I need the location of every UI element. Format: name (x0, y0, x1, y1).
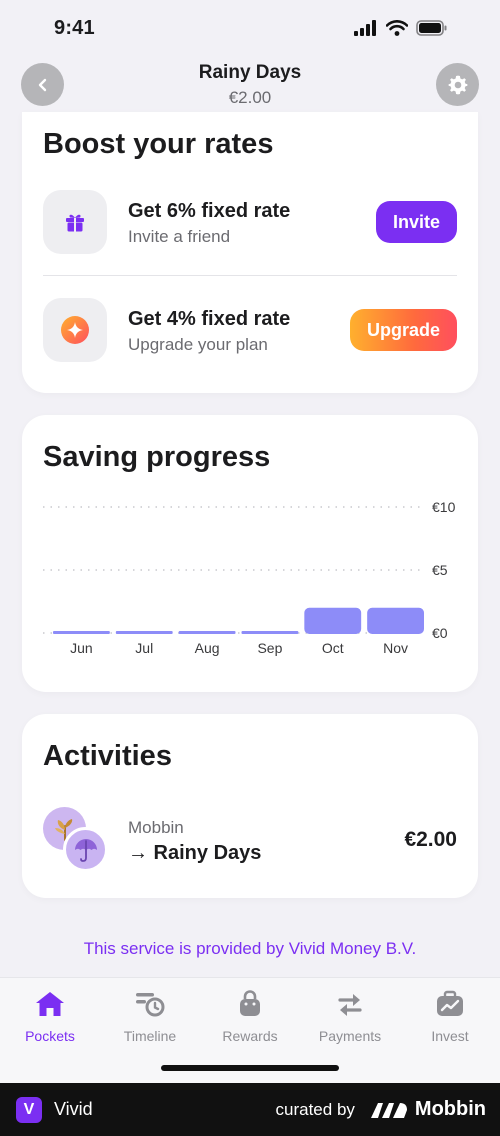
gear-icon (448, 75, 467, 94)
saving-progress-card: Saving progress €10 €5 €0 Jun Jul Aug Sep Oct No… (22, 415, 478, 692)
status-bar: 9:41 (0, 0, 500, 56)
pocket-balance: €2.00 (228, 88, 272, 107)
tab-timeline-label: Timeline (123, 1028, 177, 1044)
chart-bar-nov (367, 607, 424, 634)
transfer-icon (338, 994, 362, 1016)
nav-header: Rainy Days €2.00 (0, 56, 500, 112)
mobbin-logo-icon (370, 1102, 407, 1118)
chart-y-tick-label: €5 (432, 562, 448, 578)
chart-bar-sep (241, 631, 299, 634)
tab-invest-label: Invest (431, 1028, 469, 1044)
chart-x-tick-label: Sep (257, 640, 282, 656)
cellular-signal-icon (354, 20, 376, 36)
boost-rates-card: Boost your rates Get 6% fixed rate Invit… (22, 112, 478, 393)
chart-bar-jul (115, 631, 173, 634)
chart-y-tick-label: €10 (432, 499, 456, 515)
umbrella-icon (74, 838, 97, 862)
chart-bar-aug (178, 631, 236, 634)
chart-x-tick-label: Nov (383, 640, 408, 656)
saving-progress-chart: €10 €5 €0 Jun Jul Aug Sep Oct Nov (43, 499, 456, 656)
provider-note-link[interactable]: This service is provided by Vivid Money … (0, 939, 500, 959)
tab-invest[interactable]: Invest (400, 988, 500, 1048)
bag-icon (240, 990, 260, 1016)
tab-pockets[interactable]: Pockets (0, 988, 100, 1048)
invite-button[interactable]: Invite (376, 201, 457, 243)
chart-x-tick-label: Jun (70, 640, 93, 656)
chart-bar-jun (53, 631, 110, 634)
gift-icon (66, 214, 84, 232)
chart-y-tick-label: €0 (432, 625, 448, 641)
upgrade-offer-icon-tile (43, 298, 107, 362)
mobbin-brand-name: Mobbin (414, 1098, 486, 1120)
tab-rewards-label: Rewards (222, 1028, 278, 1044)
home-icon (36, 992, 64, 1016)
tab-timeline[interactable]: Timeline (100, 988, 200, 1048)
footer-brand-name: Vivid (54, 1099, 93, 1119)
status-time: 9:41 (54, 16, 95, 39)
chart-bar-oct (304, 607, 362, 634)
sparkle-icon (61, 316, 89, 344)
chart-x-tick-label: Jul (135, 640, 153, 656)
chart-x-tick-label: Oct (322, 640, 344, 656)
wifi-icon (386, 20, 408, 36)
curated-by-label: curated by (275, 1099, 355, 1119)
briefcase-chart-icon (437, 990, 463, 1016)
status-icons (354, 20, 448, 36)
tab-payments-label: Payments (318, 1028, 382, 1044)
upgrade-offer-subtitle: Upgrade your plan (128, 335, 268, 354)
upgrade-button[interactable]: Upgrade (350, 309, 457, 351)
upgrade-offer-title: Get 4% fixed rate (128, 308, 291, 330)
vivid-logo: V (16, 1096, 42, 1123)
offer-divider (43, 275, 457, 276)
activity-destination: → Rainy Days (128, 842, 262, 864)
activity-source: Mobbin (128, 818, 184, 837)
activities-title: Activities (43, 740, 172, 772)
tab-pockets-label: Pockets (25, 1028, 75, 1044)
page-title: Rainy Days (198, 62, 302, 83)
activities-card: Activities Mobbin → Rainy Days €2.00 (22, 714, 478, 898)
home-indicator (161, 1065, 339, 1071)
timeline-icon (136, 993, 165, 1017)
invite-offer-title: Get 6% fixed rate (128, 200, 291, 222)
pocket-avatar (63, 827, 108, 872)
battery-icon (416, 20, 447, 36)
tab-rewards[interactable]: Rewards (200, 988, 300, 1048)
chart-x-tick-label: Aug (195, 640, 220, 656)
tab-payments[interactable]: Payments (300, 988, 400, 1048)
settings-button[interactable] (436, 63, 479, 106)
invite-offer-subtitle: Invite a friend (128, 227, 231, 246)
boost-title: Boost your rates (43, 128, 274, 160)
activity-amount: €2.00 (404, 828, 457, 851)
footer-bar: V Vivid curated by Mobbin (0, 1083, 500, 1136)
invite-offer-icon-tile (43, 190, 107, 254)
